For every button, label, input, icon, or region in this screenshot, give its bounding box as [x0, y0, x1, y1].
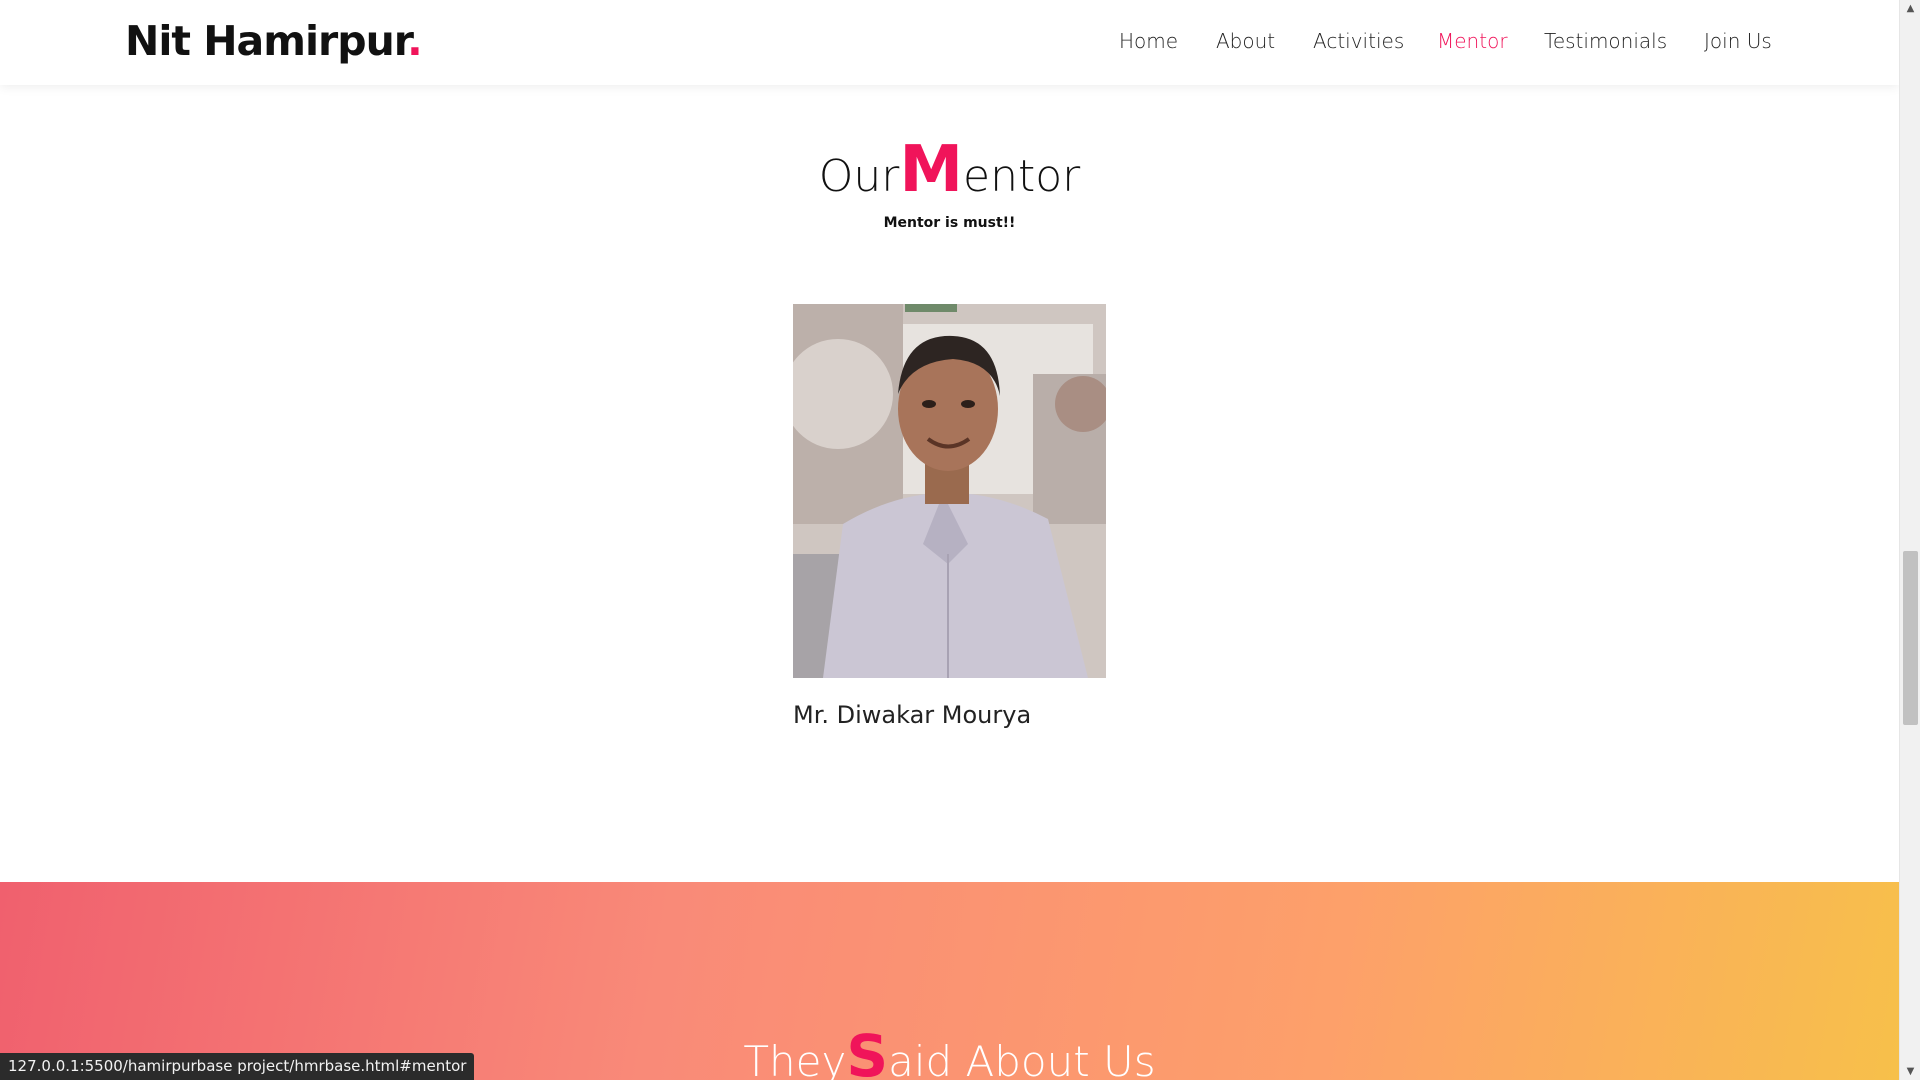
mentor-heading-big-letter: M	[899, 133, 964, 207]
mentor-heading-prefix: Our	[818, 151, 900, 202]
mentor-heading: OurMentor	[0, 133, 1899, 207]
mentor-subtitle: Mentor is must!!	[883, 215, 1016, 231]
testimonials-heading-prefix: They	[743, 1037, 847, 1080]
nav-mentor[interactable]: Mentor	[1437, 29, 1508, 53]
mentor-photo	[793, 304, 1106, 678]
scroll-up-arrow-icon[interactable]: ▲	[1900, 0, 1920, 17]
site-header: Nit Hamirpur. Home About Activities Ment…	[0, 0, 1899, 85]
nav-join-us[interactable]: Join Us	[1704, 29, 1772, 53]
nav-about[interactable]: About	[1216, 29, 1275, 53]
vertical-scrollbar[interactable]: ▲ ▼	[1899, 0, 1920, 1080]
nav-testimonials[interactable]: Testimonials	[1544, 29, 1667, 53]
main-nav: Home About Activities Mentor Testimonial…	[0, 29, 1899, 59]
nav-home[interactable]: Home	[1119, 29, 1178, 53]
mentor-heading-rest: entor	[963, 151, 1081, 202]
testimonials-section: TheySaid About Us	[0, 882, 1899, 1080]
scroll-down-arrow-icon[interactable]: ▼	[1900, 1063, 1920, 1080]
scrollbar-thumb[interactable]	[1903, 551, 1918, 725]
testimonials-heading-rest: aid About Us	[888, 1037, 1156, 1080]
link-status-bar: 127.0.0.1:5500/hamirpurbase project/hmrb…	[0, 1053, 475, 1080]
mentor-portrait-illustration	[793, 304, 1106, 678]
mentor-name: Mr. Diwakar Mourya	[793, 701, 1032, 729]
nav-activities[interactable]: Activities	[1313, 29, 1404, 53]
testimonials-heading-big-letter: S	[846, 1022, 889, 1080]
